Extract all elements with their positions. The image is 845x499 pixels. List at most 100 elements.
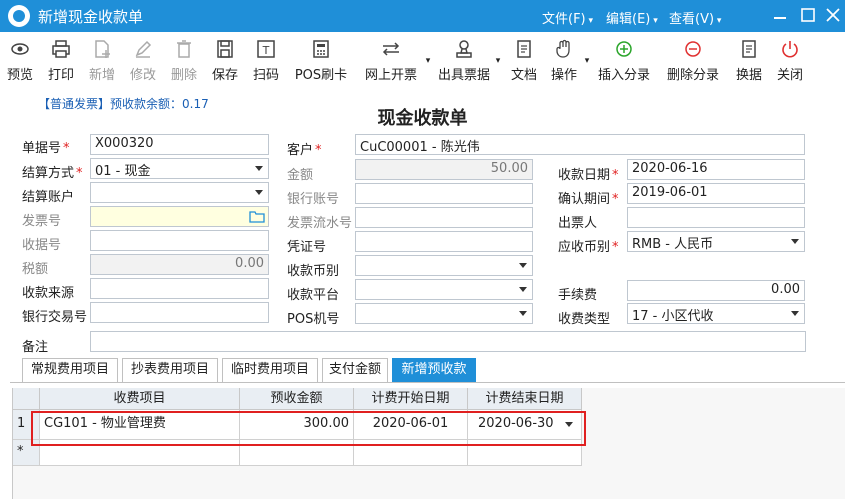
tax-label: 税额	[22, 262, 49, 277]
document-icon	[517, 40, 531, 58]
printer-icon	[52, 40, 70, 58]
delete-button[interactable]: 删除	[168, 38, 200, 84]
col-header-amount[interactable]: 预收金额	[240, 388, 354, 410]
invoice-no-label: 发票号	[22, 214, 62, 229]
grid-corner	[13, 388, 40, 410]
close-window-icon[interactable]	[821, 4, 845, 26]
tab-divider	[10, 382, 845, 383]
edit-icon	[135, 40, 152, 58]
issuer-label: 出票人	[558, 216, 598, 231]
settle-account-select[interactable]	[90, 182, 269, 203]
doc-no-field[interactable]: X000320	[90, 134, 269, 155]
invoice-no-field[interactable]	[90, 206, 269, 227]
confirm-period-label: 确认期间 *	[558, 192, 619, 207]
platform-select[interactable]	[355, 279, 533, 300]
invoice-serial-label: 发票流水号	[287, 216, 353, 231]
plus-circle-icon	[616, 41, 632, 57]
source-field[interactable]	[90, 278, 269, 299]
save-button[interactable]: 保存	[209, 38, 241, 84]
form-title: 现金收款单	[377, 108, 468, 129]
scan-icon: T	[257, 40, 275, 58]
swap-button[interactable]: 换据	[733, 38, 765, 84]
settle-account-label: 结算账户	[22, 190, 75, 205]
chevron-down-icon	[519, 263, 527, 268]
new-button[interactable]: 新增	[86, 38, 118, 84]
insert-split-button[interactable]: 插入分录	[596, 38, 652, 84]
new-document-icon	[95, 40, 110, 58]
col-header-end[interactable]: 计费结束日期	[468, 388, 582, 410]
receive-currency-label: 收款币别	[287, 264, 340, 279]
invoice-serial-field[interactable]	[355, 207, 533, 228]
fee-field[interactable]: 0.00	[627, 280, 805, 301]
issue-note-dropdown[interactable]: ▾	[493, 52, 503, 98]
bank-account-field[interactable]	[355, 183, 533, 204]
chevron-down-icon	[255, 166, 263, 171]
bank-trade-no-label: 银行交易号	[22, 310, 88, 325]
menu-view[interactable]: 查看(V) ▾	[669, 8, 721, 27]
scan-button[interactable]: T 扫码	[250, 38, 282, 84]
receive-date-field[interactable]: 2020-06-16	[627, 159, 805, 180]
receipt-no-label: 收据号	[22, 238, 62, 253]
menu-edit[interactable]: 编辑(E) ▾	[606, 8, 658, 27]
tab-new-prepayment[interactable]: 新增预收款	[392, 358, 476, 382]
close-button[interactable]: 关闭	[774, 38, 806, 84]
currency-label: 应收币别 *	[558, 240, 619, 255]
platform-label: 收款平台	[287, 288, 340, 303]
online-invoice-button[interactable]: 网上开票	[360, 38, 422, 84]
tab-temporary-fees[interactable]: 临时费用项目	[222, 358, 318, 382]
operate-button[interactable]: 操作	[548, 38, 580, 84]
minus-circle-icon	[685, 41, 701, 57]
col-header-item[interactable]: 收费项目	[40, 388, 240, 410]
modify-button[interactable]: 修改	[127, 38, 159, 84]
hand-icon	[556, 39, 570, 58]
receive-date-label: 收款日期 *	[558, 168, 619, 183]
amount-label: 金额	[287, 168, 314, 183]
eye-icon	[11, 43, 29, 55]
tax-field: 0.00	[90, 254, 269, 275]
chevron-down-icon	[519, 287, 527, 292]
minimize-icon[interactable]	[768, 4, 792, 26]
receive-currency-select[interactable]	[355, 255, 533, 276]
menu-file[interactable]: 文件(F) ▾	[542, 8, 593, 27]
online-invoice-dropdown[interactable]: ▾	[423, 52, 433, 98]
issue-note-button[interactable]: 出具票据	[436, 38, 492, 84]
voucher-no-field[interactable]	[355, 231, 533, 252]
tab-meter-fees[interactable]: 抄表费用项目	[122, 358, 218, 382]
tab-payment-amount[interactable]: 支付金额	[322, 358, 388, 382]
bank-trade-no-field[interactable]	[90, 302, 269, 323]
app-logo-icon	[8, 5, 30, 27]
confirm-period-field[interactable]: 2019-06-01	[627, 183, 805, 204]
pos-no-select[interactable]	[355, 303, 533, 324]
doc-no-label: 单据号 *	[22, 141, 70, 156]
document-swap-icon	[742, 40, 756, 58]
pos-button[interactable]: POS刷卡	[291, 38, 351, 84]
receipt-no-field[interactable]	[90, 230, 269, 251]
delete-split-button[interactable]: 删除分录	[665, 38, 721, 84]
window-title: 新增现金收款单	[38, 8, 144, 26]
chevron-down-icon	[519, 311, 527, 316]
toolbar: 预览 打印 新增 修改 删除 保存 T 扫码 POS刷卡 网上开票 ▾ 出具票据…	[0, 32, 845, 88]
pos-no-label: POS机号	[287, 312, 340, 327]
remark-field[interactable]	[90, 331, 806, 352]
col-header-start[interactable]: 计费开始日期	[354, 388, 468, 410]
maximize-icon[interactable]	[796, 4, 820, 26]
customer-field[interactable]: CuC00001 - 陈光伟	[355, 134, 805, 155]
customer-label: 客户 *	[287, 143, 322, 158]
chevron-down-icon	[791, 311, 799, 316]
bank-account-label: 银行账号	[287, 192, 340, 207]
print-button[interactable]: 打印	[45, 38, 77, 84]
power-icon	[782, 41, 798, 58]
settle-method-select[interactable]: 01 - 现金	[90, 158, 269, 179]
voucher-no-label: 凭证号	[287, 240, 327, 255]
operate-dropdown[interactable]: ▾	[582, 52, 592, 98]
preview-button[interactable]: 预览	[4, 38, 36, 84]
svg-text:T: T	[262, 44, 270, 57]
folder-icon[interactable]	[249, 209, 265, 223]
fee-type-select[interactable]: 17 - 小区代收	[627, 303, 805, 324]
issuer-field[interactable]	[627, 207, 805, 228]
chevron-down-icon	[791, 239, 799, 244]
document-button[interactable]: 文档	[508, 38, 540, 84]
tab-regular-fees[interactable]: 常规费用项目	[22, 358, 118, 382]
row-highlight-box	[31, 411, 586, 446]
currency-select[interactable]: RMB - 人民币	[627, 231, 805, 252]
